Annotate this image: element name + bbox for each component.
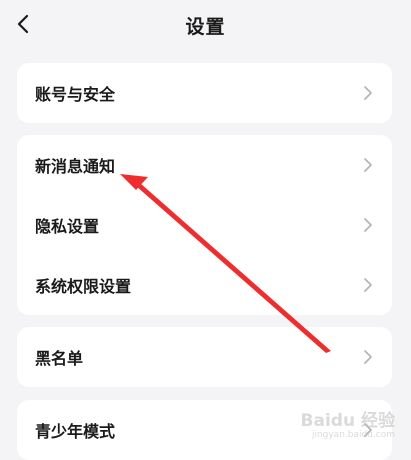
chevron-right-icon	[364, 158, 372, 172]
settings-item-blacklist[interactable]: 黑名单	[17, 327, 392, 387]
settings-item-label: 新消息通知	[35, 157, 116, 176]
chevron-right-icon	[364, 423, 372, 437]
settings-item-youth-mode[interactable]: 青少年模式	[17, 400, 392, 460]
settings-item-account-security[interactable]: 账号与安全	[17, 63, 392, 123]
settings-item-notifications[interactable]: 新消息通知	[17, 135, 392, 195]
chevron-right-icon	[364, 218, 372, 232]
settings-item-label: 账号与安全	[35, 85, 116, 104]
settings-group-blacklist: 黑名单	[17, 327, 392, 387]
settings-group-general: 新消息通知 隐私设置 系统权限设置	[17, 135, 392, 315]
page-title: 设置	[185, 16, 226, 38]
header-bar: 设置	[0, 0, 411, 52]
settings-item-system-permissions[interactable]: 系统权限设置	[17, 255, 392, 315]
settings-item-label: 青少年模式	[35, 422, 116, 441]
settings-group-account: 账号与安全	[17, 63, 392, 123]
chevron-right-icon	[364, 86, 372, 100]
settings-item-label: 黑名单	[35, 349, 84, 368]
settings-item-label: 隐私设置	[35, 217, 100, 236]
chevron-right-icon	[364, 278, 372, 292]
settings-item-privacy[interactable]: 隐私设置	[17, 195, 392, 255]
chevron-right-icon	[364, 350, 372, 364]
settings-item-label: 系统权限设置	[35, 277, 132, 296]
settings-group-youth: 青少年模式	[17, 400, 392, 460]
